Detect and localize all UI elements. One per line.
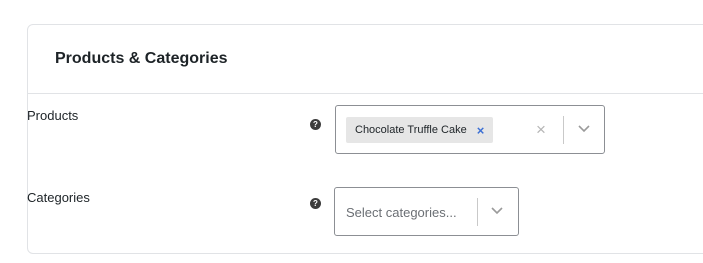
help-glyph: ?	[313, 198, 318, 208]
products-select[interactable]: Chocolate Truffle Cake × ×	[335, 105, 605, 154]
remove-tag-icon[interactable]: ×	[477, 123, 485, 138]
selected-product-label: Chocolate Truffle Cake	[355, 124, 467, 136]
help-glyph: ?	[313, 119, 318, 129]
chevron-down-icon[interactable]	[577, 124, 591, 134]
question-circle-icon[interactable]: ?	[310, 198, 321, 209]
categories-select[interactable]: Select categories...	[334, 187, 519, 236]
clear-selection-icon[interactable]: ×	[536, 121, 546, 138]
question-circle-icon[interactable]: ?	[310, 119, 321, 130]
products-label: Products	[27, 108, 79, 123]
select-separator	[477, 198, 478, 226]
chevron-down-icon[interactable]	[490, 206, 504, 216]
section-title: Products & Categories	[55, 50, 228, 67]
selected-product-tag: Chocolate Truffle Cake ×	[346, 117, 494, 143]
select-separator	[563, 116, 564, 144]
categories-label: Categories	[27, 190, 90, 205]
categories-placeholder: Select categories...	[346, 205, 457, 220]
card-header: Products & Categories	[28, 25, 703, 94]
